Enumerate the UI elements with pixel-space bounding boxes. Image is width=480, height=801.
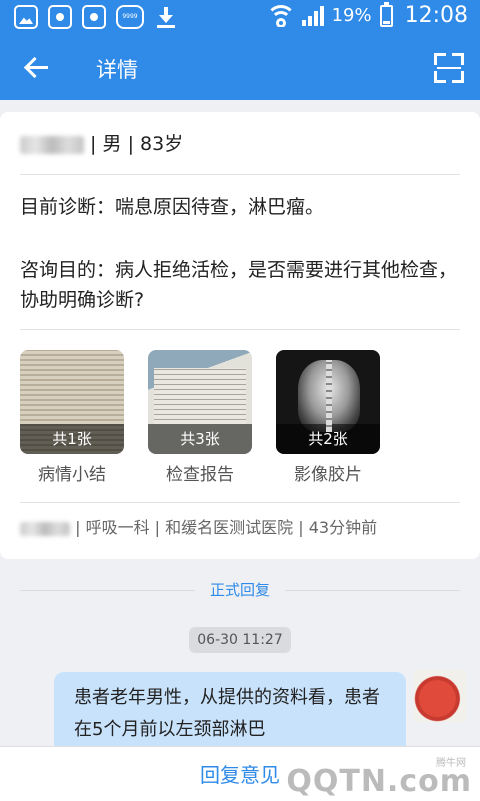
department: 呼吸一科 (85, 518, 150, 537)
message-notification-icon: 9999 (116, 5, 144, 29)
clock: 12:08 (404, 3, 468, 28)
status-bar: 9999 19% 12:08 (0, 0, 480, 36)
consult-purpose-text: 咨询目的：病人拒绝活检，是否需要进行其他检查，协助明确诊断? (20, 259, 458, 311)
notification-icons: 9999 (14, 5, 178, 29)
attachment-report[interactable]: 共3张 检查报告 (148, 350, 252, 485)
hospital: 和缓名医测试医院 (165, 518, 294, 537)
image-count: 共2张 (276, 424, 380, 454)
message-timestamp: 06-30 11:27 (189, 627, 291, 653)
doctor-meta: | 呼吸一科 | 和缓名医测试医院 | 43分钟前 (20, 516, 460, 540)
diagnosis-text: 目前诊断：喘息原因待查，淋巴瘤。 (20, 196, 325, 218)
system-status: 19% 12:08 (267, 1, 468, 28)
baidu-notification-icon-2 (82, 5, 106, 29)
time-ago: 43分钟前 (308, 518, 378, 537)
wifi-icon (267, 4, 294, 27)
attachment-imaging[interactable]: 共2张 影像胶片 (276, 350, 380, 485)
image-count: 共3张 (148, 424, 252, 454)
patient-age: 83岁 (140, 133, 184, 155)
scan-icon[interactable] (434, 53, 464, 83)
doctor-name-redacted (20, 521, 70, 536)
site-watermark: 腾牛网 QQTN.com (286, 758, 472, 799)
patient-name-redacted (20, 135, 84, 154)
attachment-thumbnail[interactable]: 共1张 (20, 350, 124, 454)
attachment-list: 共1张 病情小结 共3张 检查报告 共2张 影像胶片 (20, 350, 380, 485)
battery-icon (379, 1, 393, 27)
gallery-notification-icon (14, 5, 38, 29)
baidu-notification-icon (48, 5, 72, 29)
attachment-thumbnail[interactable]: 共2张 (276, 350, 380, 454)
patient-gender: 男 (102, 133, 122, 155)
doctor-avatar[interactable] (414, 670, 466, 722)
attachment-label: 检查报告 (166, 465, 234, 485)
attachment-summary[interactable]: 共1张 病情小结 (20, 350, 124, 485)
image-count: 共1张 (20, 424, 124, 454)
attachment-label: 病情小结 (38, 465, 106, 485)
attachment-label: 影像胶片 (294, 465, 362, 485)
battery-percent: 19% (331, 5, 372, 26)
attachment-thumbnail[interactable]: 共3张 (148, 350, 252, 454)
formal-reply-label: 正式回复 (195, 577, 285, 603)
patient-info: | 男 | 83岁 (20, 129, 460, 159)
consultation-card: | 男 | 83岁 目前诊断：喘息原因待查，淋巴瘤。 咨询目的：病人拒绝活检，是… (0, 112, 480, 559)
page-title: 详情 (96, 58, 138, 82)
download-icon (154, 5, 178, 29)
app-bar: 详情 (0, 36, 480, 100)
signal-icon (301, 5, 324, 26)
back-arrow-icon[interactable] (22, 54, 50, 82)
